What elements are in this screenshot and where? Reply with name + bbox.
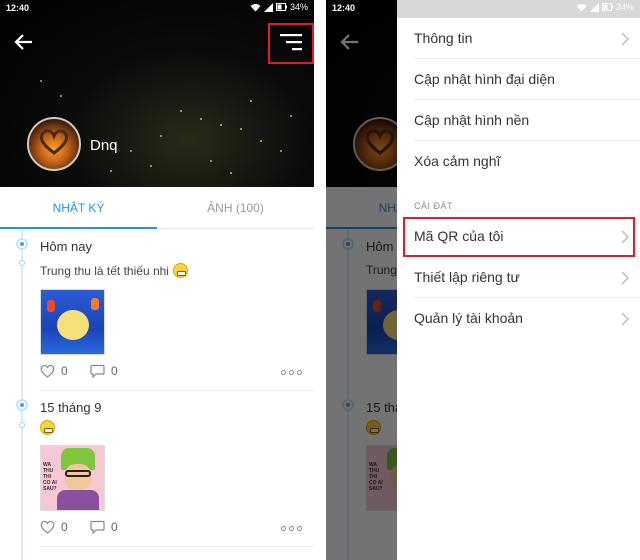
post-image[interactable]: WA THU THI CO AI SAU? bbox=[40, 445, 105, 511]
chevron-right-icon bbox=[621, 271, 629, 285]
timeline-dot-small bbox=[19, 260, 25, 266]
menu-item-update-cover[interactable]: Cập nhật hình nền bbox=[397, 101, 640, 141]
comment-button[interactable]: 0 bbox=[90, 364, 118, 378]
settings-section-label: CÀI ĐẶT bbox=[414, 201, 454, 211]
active-tab-indicator bbox=[0, 227, 157, 229]
menu-divider bbox=[414, 140, 640, 141]
post-text: Trung thu là tết thiếu nhi bbox=[40, 263, 188, 278]
more-dots-icon bbox=[289, 370, 294, 375]
like-button[interactable]: 0 bbox=[40, 364, 68, 378]
status-time: 12:40 bbox=[332, 3, 356, 13]
timeline-dot bbox=[16, 238, 28, 250]
menu-item-update-avatar[interactable]: Cập nhật hình đại diện bbox=[397, 60, 640, 100]
post-image[interactable] bbox=[40, 289, 105, 355]
profile-tabs: NHẬT KÝ ẢNH (100) bbox=[0, 187, 314, 229]
menu-item-delete-status[interactable]: Xóa cảm nghĩ bbox=[397, 142, 640, 182]
menu-item-privacy-settings[interactable]: Thiết lập riêng tư bbox=[397, 258, 640, 298]
menu-item-label: Thông tin bbox=[414, 30, 473, 46]
more-options-button[interactable] bbox=[281, 526, 302, 531]
grin-emoji-icon bbox=[40, 420, 55, 435]
like-count: 0 bbox=[61, 520, 68, 534]
heart-hands-icon bbox=[39, 129, 69, 155]
profile-screen: 12:40 34% Dnq NHẬT KÝ ẢNH (100) Hôm nay … bbox=[0, 0, 314, 560]
tab-diary[interactable]: NHẬT KÝ bbox=[0, 187, 157, 229]
cartoon-face-shape bbox=[65, 464, 91, 490]
menu-item-label: Thiết lập riêng tư bbox=[414, 269, 520, 285]
menu-lines-icon bbox=[280, 34, 302, 51]
lantern-shape bbox=[91, 298, 99, 310]
timeline-dot-small bbox=[19, 422, 25, 428]
menu-item-label: Quản lý tài khoản bbox=[414, 310, 523, 326]
menu-divider bbox=[414, 256, 640, 257]
status-bar: 12:40 34% bbox=[0, 0, 314, 18]
chevron-right-icon bbox=[621, 32, 629, 46]
more-dots-icon bbox=[297, 526, 302, 531]
back-button[interactable] bbox=[12, 30, 36, 54]
like-count: 0 bbox=[61, 364, 68, 378]
chevron-right-icon bbox=[621, 312, 629, 326]
grin-emoji-icon bbox=[172, 263, 188, 278]
comment-button[interactable]: 0 bbox=[90, 520, 118, 534]
wifi-icon bbox=[576, 3, 587, 11]
arrow-left-icon bbox=[14, 34, 32, 50]
heart-outline-icon bbox=[40, 364, 55, 378]
signal-icon bbox=[263, 2, 273, 12]
menu-item-label: Cập nhật hình nền bbox=[414, 112, 530, 128]
lantern-shape bbox=[47, 300, 55, 312]
post-date: 15 tháng 9 bbox=[40, 400, 102, 415]
more-dots-icon bbox=[297, 370, 302, 375]
cartoon-glasses-shape bbox=[65, 470, 91, 477]
menu-item-my-qr-code[interactable]: Mã QR của tôi bbox=[397, 217, 640, 257]
more-options-button[interactable] bbox=[281, 370, 302, 375]
comment-count: 0 bbox=[111, 364, 118, 378]
battery-icon bbox=[275, 3, 287, 11]
post-image-text: WA THU THI CO AI SAU? bbox=[43, 462, 57, 492]
comment-count: 0 bbox=[111, 520, 118, 534]
battery-icon bbox=[601, 3, 613, 11]
avatar[interactable] bbox=[27, 117, 81, 171]
status-bar: 12:40 34% bbox=[326, 0, 640, 18]
post-actions: 0 0 bbox=[40, 520, 302, 540]
status-time: 12:40 bbox=[6, 3, 30, 13]
timeline-line bbox=[21, 230, 23, 560]
post-date: Hôm nay bbox=[40, 239, 93, 254]
more-dots-icon bbox=[281, 370, 286, 375]
profile-screen-menu-open: NHẬT KÝ Hôm nay Trung thu là tết thiếu n… bbox=[326, 0, 640, 560]
timeline-dot bbox=[16, 399, 28, 411]
options-drawer: 12:40 34% Thông tin Cập nhật hình đại di… bbox=[332, 0, 640, 560]
more-dots-icon bbox=[289, 526, 294, 531]
more-dots-icon bbox=[281, 526, 286, 531]
menu-item-label: Xóa cảm nghĩ bbox=[414, 153, 501, 169]
diary-timeline: Hôm nay Trung thu là tết thiếu nhi 0 0 1… bbox=[0, 230, 314, 560]
menu-button[interactable] bbox=[268, 23, 314, 64]
profile-name: Dnq bbox=[90, 137, 118, 154]
screenshot-gap bbox=[314, 0, 326, 560]
post-actions: 0 0 bbox=[40, 364, 302, 384]
post-text bbox=[40, 420, 55, 435]
moon-shape bbox=[57, 310, 89, 340]
post-divider bbox=[40, 546, 314, 547]
menu-item-account-management[interactable]: Quản lý tài khoản bbox=[397, 299, 640, 339]
menu-divider bbox=[414, 99, 640, 100]
wifi-icon bbox=[250, 3, 261, 11]
post-divider bbox=[40, 390, 314, 391]
battery-percent: 34% bbox=[615, 2, 634, 12]
comment-icon bbox=[90, 520, 105, 534]
like-button[interactable]: 0 bbox=[40, 520, 68, 534]
battery-percent: 34% bbox=[289, 2, 308, 12]
menu-divider bbox=[414, 58, 640, 59]
menu-item-label: Mã QR của tôi bbox=[414, 228, 504, 244]
cover-photo[interactable]: 12:40 34% Dnq bbox=[0, 0, 314, 187]
chevron-right-icon bbox=[621, 230, 629, 244]
menu-divider bbox=[414, 297, 640, 298]
tab-photos[interactable]: ẢNH (100) bbox=[157, 187, 314, 229]
comment-icon bbox=[90, 364, 105, 378]
menu-item-info[interactable]: Thông tin bbox=[397, 19, 640, 59]
cartoon-body-shape bbox=[57, 490, 99, 510]
heart-outline-icon bbox=[40, 520, 55, 534]
menu-item-label: Cập nhật hình đại diện bbox=[414, 71, 555, 87]
post-text-content: Trung thu là tết thiếu nhi bbox=[40, 263, 169, 278]
signal-icon bbox=[589, 2, 599, 12]
